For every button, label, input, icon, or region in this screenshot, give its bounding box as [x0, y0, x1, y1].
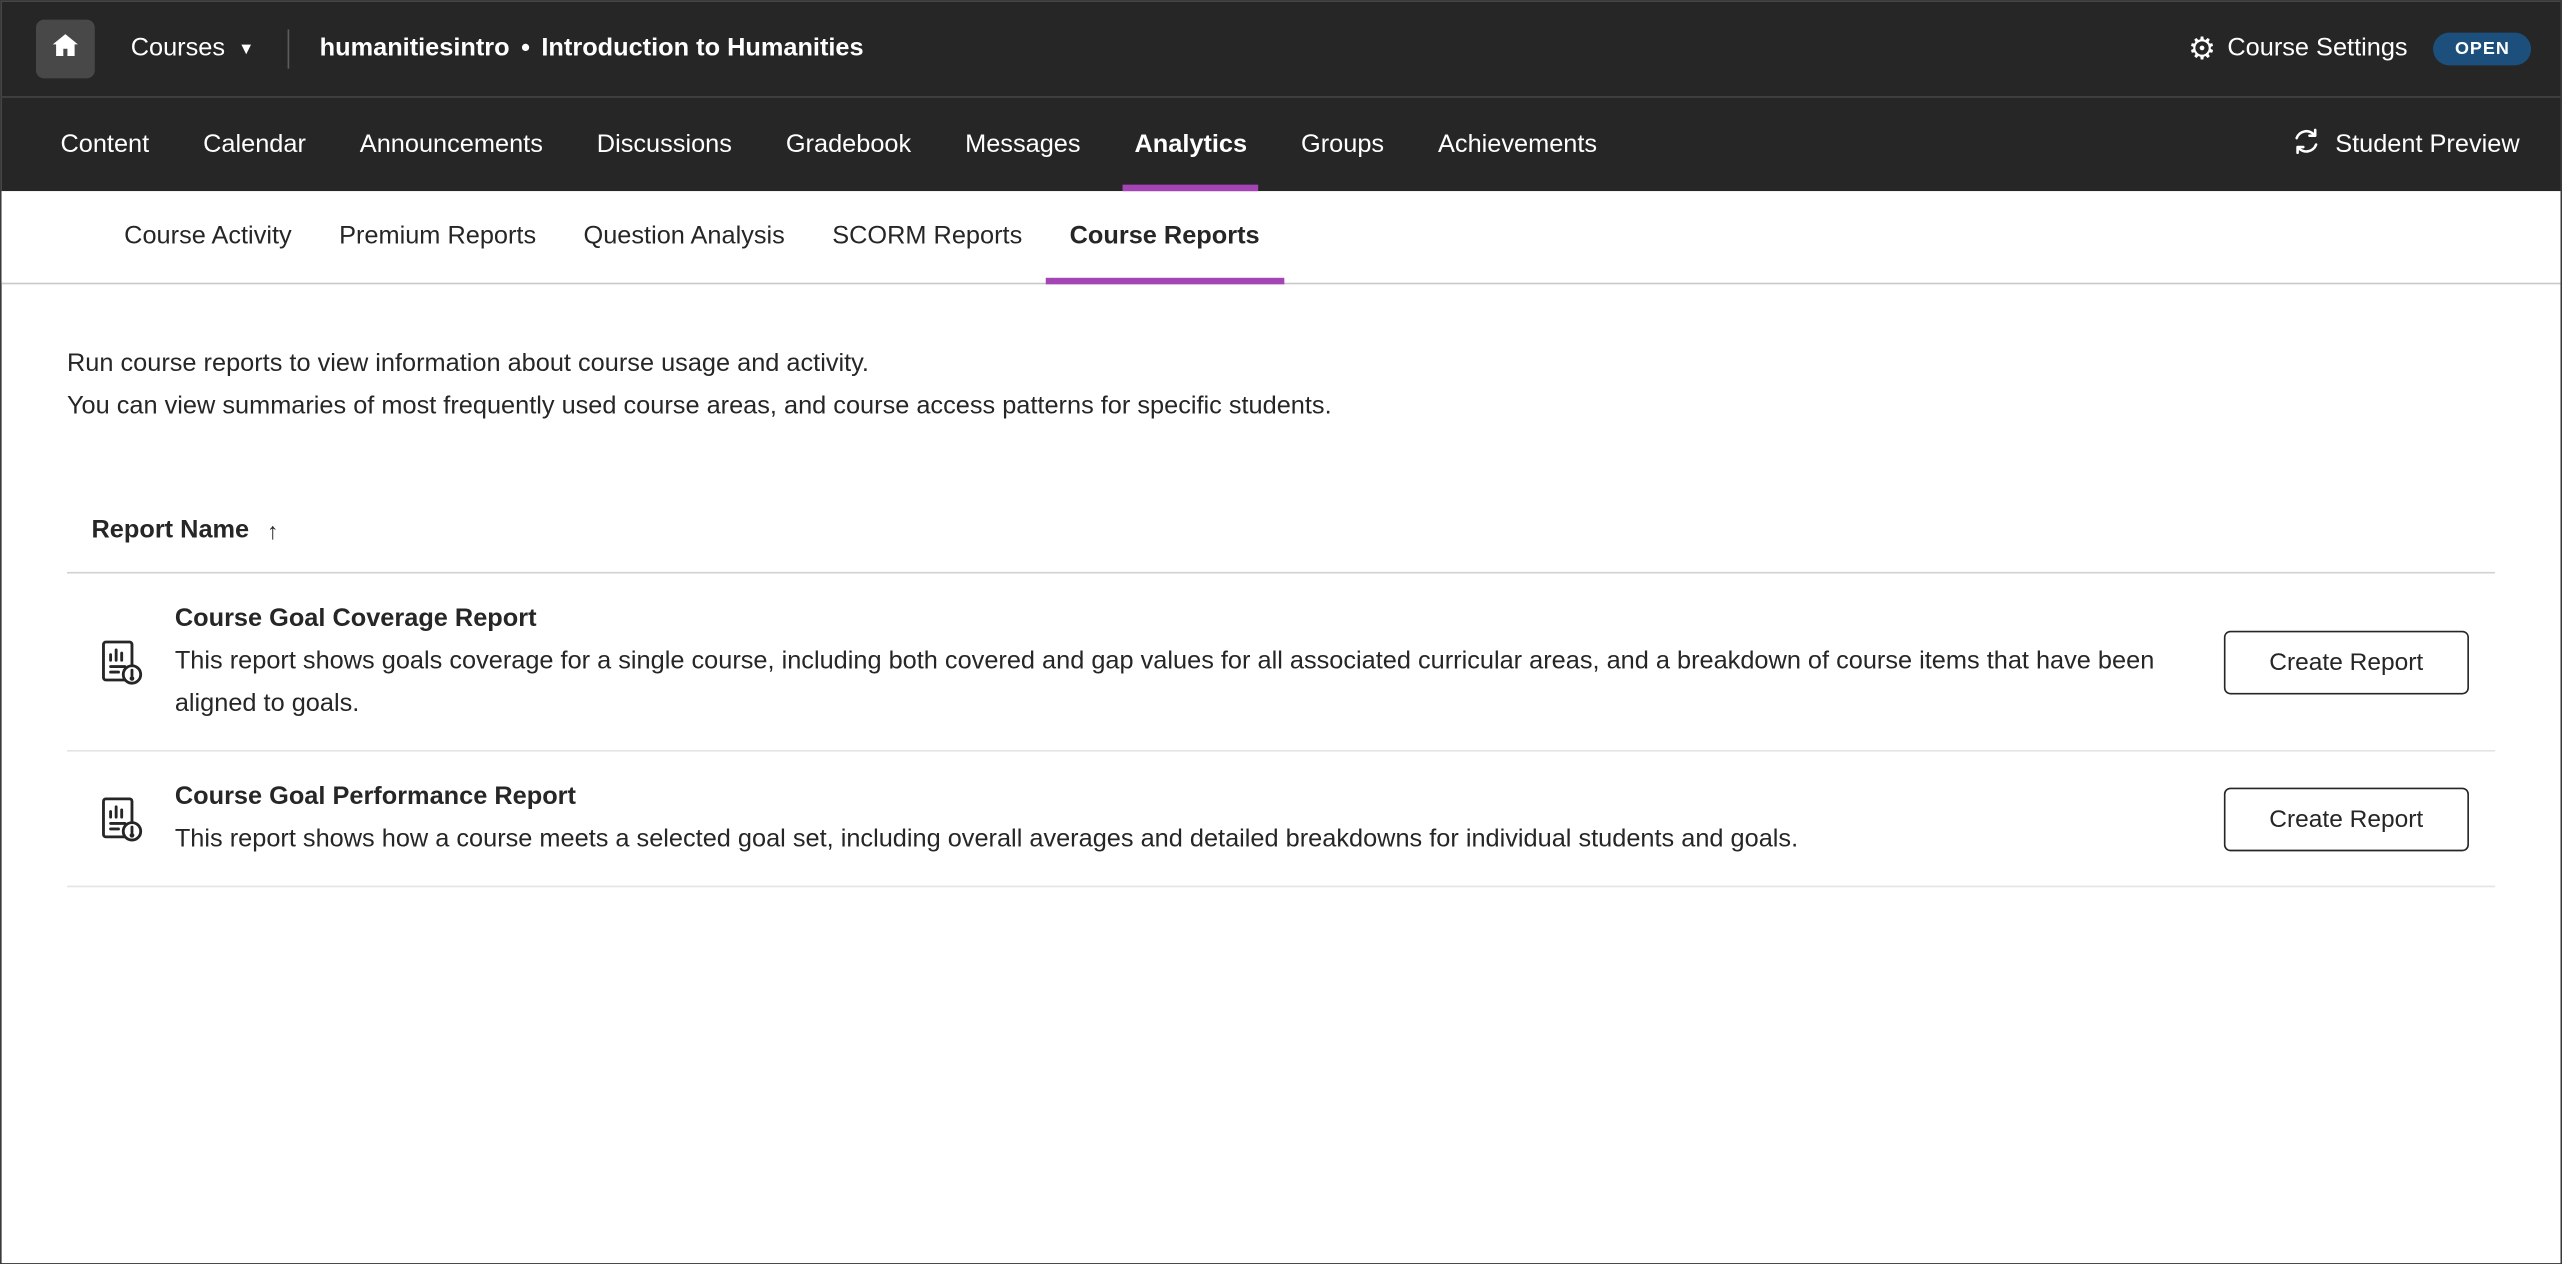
student-preview-label: Student Preview [2335, 130, 2519, 159]
subtab-course-activity[interactable]: Course Activity [124, 191, 292, 283]
report-row-performance: Course Goal Performance Report This repo… [67, 752, 2495, 888]
tab-announcements[interactable]: Announcements [360, 98, 543, 191]
gear-icon: ⚙ [2188, 33, 2216, 64]
home-button[interactable] [36, 20, 95, 79]
course-settings-label: Course Settings [2227, 34, 2407, 63]
report-title: Course Goal Performance Report [175, 776, 2224, 818]
home-icon [49, 29, 82, 70]
report-info: Course Goal Performance Report This repo… [175, 776, 2224, 861]
tab-analytics[interactable]: Analytics [1134, 98, 1247, 191]
intro-text: Run course reports to view information a… [2, 284, 2561, 428]
subtab-course-reports[interactable]: Course Reports [1070, 191, 1260, 283]
report-description: This report shows goals coverage for a s… [175, 641, 2182, 726]
analytics-subnav: Course Activity Premium Reports Question… [2, 191, 2561, 284]
report-title: Course Goal Coverage Report [175, 598, 2224, 640]
courses-dropdown[interactable]: Courses ▼ [131, 34, 255, 63]
tab-calendar[interactable]: Calendar [203, 98, 306, 191]
student-preview-button[interactable]: Student Preview [2291, 98, 2520, 191]
tab-gradebook[interactable]: Gradebook [786, 98, 911, 191]
report-name-sort-header[interactable]: Report Name ↑ [67, 490, 2495, 573]
breadcrumb: humanitiesintro • Introduction to Humani… [320, 34, 864, 63]
student-preview-icon [2291, 125, 2335, 164]
report-description: This report shows how a course meets a s… [175, 819, 2182, 861]
browser-viewport: Courses ▼ humanitiesintro • Introduction… [0, 0, 2562, 1264]
tab-groups[interactable]: Groups [1301, 98, 1384, 191]
courses-label: Courses [131, 34, 225, 63]
intro-line-2: You can view summaries of most frequentl… [67, 386, 2495, 428]
report-info: Course Goal Coverage Report This report … [175, 598, 2224, 725]
intro-line-1: Run course reports to view information a… [67, 343, 2495, 385]
report-document-icon [93, 636, 145, 687]
chevron-down-icon: ▼ [238, 40, 254, 58]
tab-achievements[interactable]: Achievements [1438, 98, 1597, 191]
subtab-premium-reports[interactable]: Premium Reports [339, 191, 536, 283]
course-name: Introduction to Humanities [541, 34, 863, 63]
subtab-scorm-reports[interactable]: SCORM Reports [832, 191, 1022, 283]
create-report-button[interactable]: Create Report [2224, 630, 2469, 694]
top-bar: Courses ▼ humanitiesintro • Introduction… [2, 2, 2561, 97]
topbar-right: ⚙ Course Settings OPEN [2188, 33, 2531, 66]
tab-messages[interactable]: Messages [965, 98, 1080, 191]
sort-ascending-icon: ↑ [267, 518, 278, 544]
create-report-button[interactable]: Create Report [2224, 787, 2469, 851]
page-root: Courses ▼ humanitiesintro • Introduction… [0, 0, 2562, 1264]
subtab-question-analysis[interactable]: Question Analysis [584, 191, 785, 283]
report-document-icon [93, 793, 145, 844]
tab-discussions[interactable]: Discussions [597, 98, 732, 191]
course-nav: Content Calendar Announcements Discussio… [2, 96, 2561, 191]
reports-table: Report Name ↑ [67, 490, 2495, 887]
breadcrumb-separator: • [521, 34, 530, 63]
course-settings-button[interactable]: ⚙ Course Settings [2188, 33, 2407, 64]
tab-content[interactable]: Content [60, 98, 149, 191]
report-row-coverage: Course Goal Coverage Report This report … [67, 574, 2495, 752]
report-name-header-label: Report Name [92, 516, 250, 545]
open-status-badge[interactable]: OPEN [2434, 33, 2531, 66]
course-id: humanitiesintro [320, 34, 510, 63]
topbar-divider [287, 29, 289, 68]
